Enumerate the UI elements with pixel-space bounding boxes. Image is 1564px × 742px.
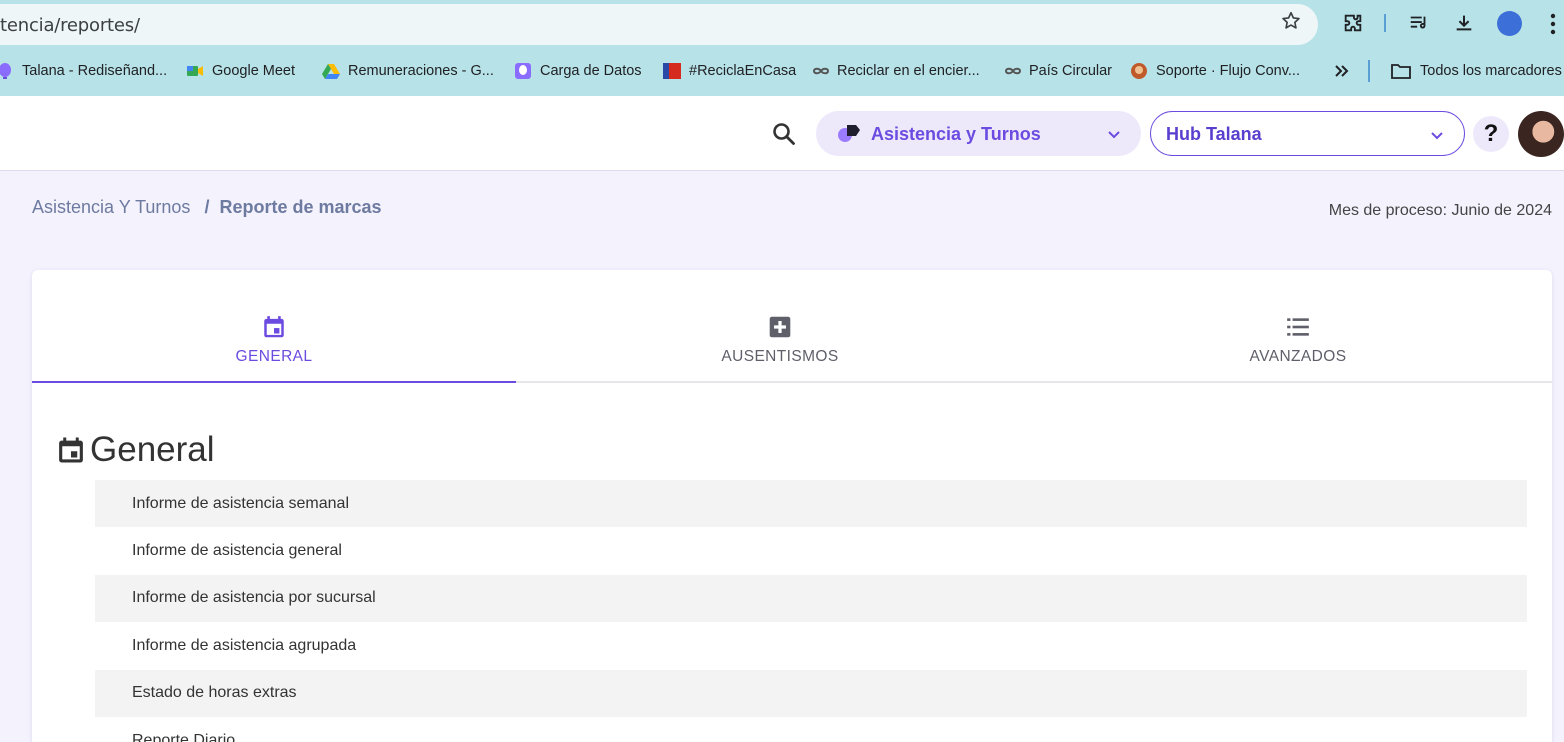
tab-label: AVANZADOS [1249, 348, 1347, 365]
help-button[interactable]: ? [1473, 116, 1509, 152]
calendar-icon [59, 437, 83, 463]
bookmark-item[interactable]: Google Meet [186, 56, 295, 86]
bookmark-item[interactable]: Carga de Datos [514, 56, 642, 86]
hub-label: Hub Talana [1166, 124, 1262, 144]
folder-icon [1390, 62, 1412, 80]
balloon-icon [0, 62, 14, 80]
bookmark-item[interactable]: #ReciclaEnCasa [663, 56, 796, 86]
bookmark-item[interactable]: Reciclar en el encier... [811, 56, 980, 86]
bookmarks-bar: Talana - Rediseñand... Google Meet Remun… [0, 56, 1564, 86]
chevron-down-icon [1431, 132, 1443, 140]
bookmark-star-icon[interactable] [1280, 10, 1302, 32]
address-bar[interactable]: tencia/reportes/ [0, 4, 1318, 45]
report-tabs: GENERAL AUSENTISMOS AVANZADOS [32, 270, 1552, 383]
tab-label: AUSENTISMOS [721, 348, 839, 365]
app-header: Asistencia y Turnos Hub Talana ? [0, 96, 1564, 171]
toolbar-divider [1384, 14, 1386, 32]
all-bookmarks-folder[interactable]: Todos los marcadores [1390, 56, 1562, 86]
google-meet-icon [186, 62, 204, 80]
bookmark-item[interactable]: Soporte · Flujo Conv... [1130, 56, 1300, 86]
list-icon [1287, 318, 1309, 336]
search-icon[interactable] [770, 120, 798, 148]
url-text[interactable]: tencia/reportes/ [0, 15, 140, 36]
breadcrumb-parent-link[interactable]: Asistencia Y Turnos [32, 197, 190, 218]
breadcrumb-current: Reporte de marcas [219, 197, 382, 217]
talana-logo-icon [838, 125, 860, 142]
support-avatar-icon [1130, 62, 1148, 80]
medical-plus-icon [769, 316, 791, 338]
active-tab-indicator [32, 381, 516, 383]
report-list: Informe de asistencia semanal Informe de… [95, 480, 1527, 742]
report-item[interactable]: Informe de asistencia por sucursal [95, 574, 1527, 623]
browser-profile-icon[interactable] [1497, 11, 1522, 36]
breadcrumb-separator: / [204, 197, 210, 217]
bookmark-item[interactable]: País Circular [1003, 56, 1112, 86]
chile-flag-icon [663, 62, 681, 80]
balloon-icon [514, 62, 532, 80]
calendar-icon [264, 316, 284, 338]
reports-card: GENERAL AUSENTISMOS AVANZADOS General In… [32, 270, 1552, 742]
extensions-icon[interactable] [1340, 10, 1366, 36]
tab-label: GENERAL [235, 348, 313, 365]
hub-selector[interactable]: Hub Talana [1150, 111, 1465, 156]
bookmark-item[interactable]: Talana - Rediseñand... [0, 56, 167, 86]
breadcrumb: Asistencia Y Turnos / Reporte de marcas [32, 197, 382, 218]
google-drive-icon [322, 62, 340, 80]
browser-menu-icon[interactable] [1550, 13, 1556, 35]
bookmarks-overflow-icon[interactable] [1333, 56, 1349, 86]
chevron-down-icon [1108, 131, 1120, 139]
report-item[interactable]: Informe de asistencia semanal [95, 480, 1527, 528]
tab-ausentismos[interactable]: AUSENTISMOS [538, 270, 1022, 383]
report-item[interactable]: Informe de asistencia general [95, 527, 1527, 574]
report-item[interactable]: Informe de asistencia agrupada [95, 622, 1527, 669]
media-queue-icon[interactable] [1406, 10, 1432, 36]
module-label: Asistencia y Turnos [871, 124, 1041, 144]
report-item[interactable]: Estado de horas extras [95, 669, 1527, 717]
download-icon[interactable] [1451, 10, 1477, 36]
bookmark-item[interactable]: Remuneraciones - G... [322, 56, 494, 86]
module-selector[interactable]: Asistencia y Turnos [816, 111, 1141, 156]
user-avatar[interactable] [1518, 111, 1564, 157]
infinity-icon [811, 62, 830, 80]
section-title: General [90, 430, 215, 469]
process-month-label: Mes de proceso: Junio de 2024 [1328, 202, 1552, 219]
infinity-icon [1003, 62, 1022, 80]
tab-general[interactable]: GENERAL [32, 270, 516, 383]
bookmarks-divider [1368, 60, 1370, 82]
section-heading: General [56, 430, 215, 470]
browser-chrome: tencia/reportes/ Talana - Rediseñand... … [0, 0, 1564, 96]
report-item[interactable]: Reporte Diario [95, 717, 1527, 742]
tab-avanzados[interactable]: AVANZADOS [1056, 270, 1540, 383]
